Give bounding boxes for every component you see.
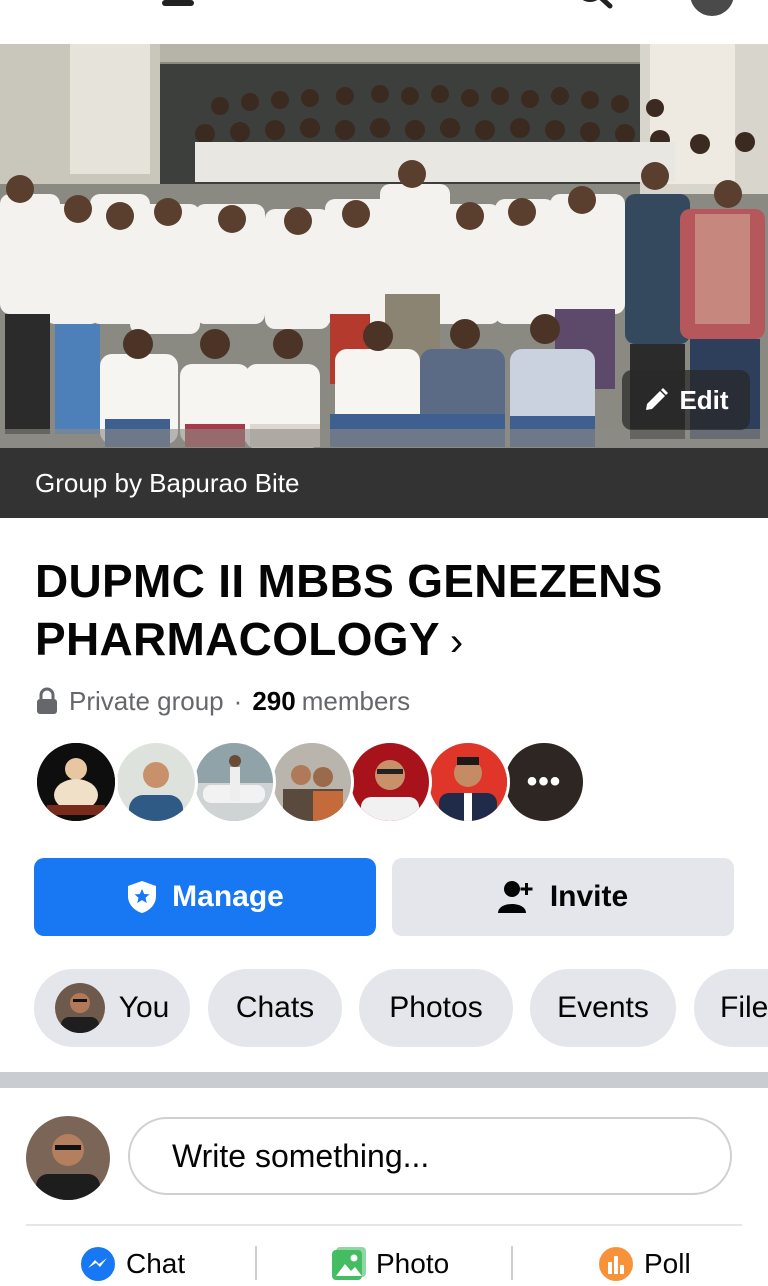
menu-icon[interactable] bbox=[162, 0, 194, 6]
member-avatar[interactable] bbox=[114, 740, 198, 824]
lock-icon bbox=[37, 687, 57, 714]
edit-cover-button[interactable]: Edit bbox=[622, 370, 750, 430]
chat-action-button[interactable]: Chat bbox=[80, 1242, 185, 1286]
poll-action-label: Poll bbox=[644, 1248, 691, 1279]
invite-label: Invite bbox=[549, 880, 629, 913]
tab-you-label: You bbox=[118, 991, 170, 1024]
group-tabs: You Chats Photos Events Files bbox=[34, 969, 768, 1047]
group-by-banner: Group by Bapurao Bite bbox=[0, 448, 768, 518]
privacy-label: Private group bbox=[69, 685, 224, 716]
photo-action-label: Photo bbox=[376, 1248, 450, 1279]
user-avatar bbox=[54, 983, 105, 1033]
composer-placeholder: Write something... bbox=[172, 1137, 430, 1174]
chat-action-label: Chat bbox=[126, 1248, 186, 1279]
member-avatar[interactable] bbox=[348, 740, 432, 824]
write-something-input[interactable]: Write something... bbox=[128, 1117, 732, 1195]
composer-divider bbox=[26, 1224, 742, 1226]
meta-separator: · bbox=[233, 685, 243, 716]
poll-icon bbox=[599, 1247, 633, 1281]
tab-photos[interactable]: Photos bbox=[359, 969, 513, 1047]
group-name: DUPMC II MBBS GENEZENS PHARMACOLOGY bbox=[35, 555, 663, 665]
manage-label: Manage bbox=[172, 880, 284, 913]
composer-actions: Chat Photo Poll bbox=[0, 1236, 768, 1281]
tab-you[interactable]: You bbox=[34, 969, 190, 1047]
edit-cover-label: Edit bbox=[679, 384, 729, 415]
action-separator bbox=[511, 1246, 513, 1280]
profile-avatar[interactable] bbox=[690, 0, 734, 16]
composer-avatar[interactable] bbox=[26, 1116, 110, 1200]
poll-action-button[interactable]: Poll bbox=[598, 1242, 691, 1286]
photo-icon bbox=[332, 1247, 366, 1280]
member-avatar[interactable] bbox=[34, 740, 118, 824]
action-separator bbox=[255, 1246, 257, 1280]
tab-files-label: Files bbox=[720, 991, 768, 1024]
tab-chats-label: Chats bbox=[235, 991, 315, 1024]
photo-action-button[interactable]: Photo bbox=[330, 1242, 449, 1286]
section-divider bbox=[0, 1072, 768, 1088]
members-label: members bbox=[301, 685, 411, 716]
group-by-text: Group by Bapurao Bite bbox=[35, 467, 300, 498]
pencil-icon bbox=[646, 388, 669, 410]
messenger-icon bbox=[81, 1247, 115, 1281]
group-title[interactable]: DUPMC II MBBS GENEZENS PHARMACOLOGY › bbox=[35, 552, 735, 671]
search-icon[interactable] bbox=[574, 0, 614, 10]
more-members-button[interactable]: ••• bbox=[502, 740, 586, 824]
top-app-bar bbox=[0, 0, 768, 44]
cover-photo[interactable]: Edit bbox=[0, 44, 768, 448]
tab-photos-label: Photos bbox=[389, 991, 483, 1024]
back-arrow-icon[interactable] bbox=[40, 0, 62, 8]
tab-files[interactable]: Files bbox=[694, 969, 768, 1047]
more-members-label: ••• bbox=[526, 765, 562, 798]
add-person-icon bbox=[497, 881, 533, 913]
tab-chats[interactable]: Chats bbox=[208, 969, 342, 1047]
member-avatar[interactable] bbox=[426, 740, 510, 824]
manage-button[interactable]: Manage bbox=[34, 858, 376, 936]
tab-events[interactable]: Events bbox=[530, 969, 676, 1047]
shield-star-icon bbox=[128, 881, 157, 913]
member-avatar[interactable] bbox=[192, 740, 276, 824]
group-meta: Private group · 290 members bbox=[35, 684, 410, 718]
tab-events-label: Events bbox=[557, 991, 649, 1024]
member-count[interactable]: 290 bbox=[252, 686, 295, 717]
invite-button[interactable]: Invite bbox=[392, 858, 734, 936]
member-avatar[interactable] bbox=[270, 740, 354, 824]
chevron-right-icon: › bbox=[449, 620, 464, 664]
